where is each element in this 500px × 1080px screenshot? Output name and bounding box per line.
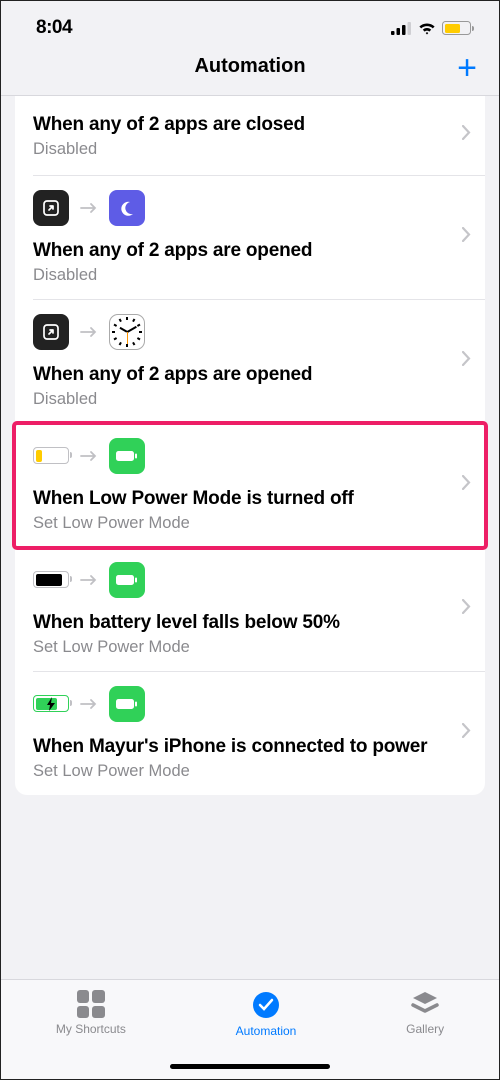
low-battery-icon [33, 447, 69, 464]
item-subtitle: Disabled [33, 390, 467, 409]
item-subtitle: Set Low Power Mode [33, 638, 467, 657]
tab-label: My Shortcuts [56, 1022, 126, 1036]
tab-label: Automation [236, 1024, 297, 1038]
chevron-right-icon [462, 723, 471, 743]
chevron-right-icon [462, 475, 471, 495]
add-button[interactable]: + [457, 57, 477, 81]
item-title: When any of 2 apps are opened [33, 364, 447, 386]
automation-item[interactable]: When any of 2 apps are opened Disabled [15, 176, 485, 299]
item-title: When Mayur's iPhone is connected to powe… [33, 736, 447, 758]
battery-full-icon [109, 562, 145, 598]
item-subtitle: Set Low Power Mode [33, 762, 467, 781]
status-time: 8:04 [36, 17, 72, 39]
arrow-right-icon [79, 450, 99, 462]
battery-icon [442, 21, 474, 35]
item-title: When Low Power Mode is turned off [33, 488, 447, 510]
battery-full-icon [109, 686, 145, 722]
checkmark-circle-icon [251, 990, 281, 1020]
battery-charging-icon [33, 695, 69, 712]
wifi-icon [417, 21, 437, 35]
item-title: When battery level falls below 50% [33, 612, 447, 634]
chevron-right-icon [462, 351, 471, 371]
tab-my-shortcuts[interactable]: My Shortcuts [56, 990, 126, 1036]
automation-item[interactable]: When any of 2 apps are closed Disabled [15, 96, 485, 175]
shortcuts-icon [33, 190, 69, 226]
arrow-right-icon [79, 574, 99, 586]
arrow-right-icon [79, 202, 99, 214]
battery-full-icon [109, 438, 145, 474]
automation-list: When any of 2 apps are closed Disabled W… [15, 96, 485, 795]
battery-half-icon [33, 571, 69, 588]
item-title: When any of 2 apps are opened [33, 240, 447, 262]
home-indicator[interactable] [170, 1064, 330, 1069]
nav-bar: Automation + [1, 47, 499, 96]
automation-item[interactable]: When any of 2 apps are opened Disabled [15, 300, 485, 423]
item-title: When any of 2 apps are closed [33, 114, 447, 136]
item-subtitle: Disabled [33, 266, 467, 285]
chevron-right-icon [462, 599, 471, 619]
status-bar: 8:04 [1, 1, 499, 47]
shortcuts-icon [33, 314, 69, 350]
item-subtitle: Set Low Power Mode [33, 514, 467, 533]
grid-icon [77, 990, 105, 1018]
chevron-right-icon [462, 227, 471, 247]
item-subtitle: Disabled [33, 140, 467, 159]
tab-automation[interactable]: Automation [236, 990, 297, 1038]
automation-item[interactable]: When Mayur's iPhone is connected to powe… [15, 672, 485, 795]
clock-icon [109, 314, 145, 350]
chevron-right-icon [462, 125, 471, 145]
arrow-right-icon [79, 698, 99, 710]
status-icons [391, 21, 474, 35]
arrow-right-icon [79, 326, 99, 338]
tab-gallery[interactable]: Gallery [406, 990, 444, 1036]
page-title: Automation [194, 55, 305, 78]
automation-item-highlighted[interactable]: When Low Power Mode is turned off Set Lo… [15, 424, 485, 547]
layers-icon [410, 990, 440, 1018]
cellular-icon [391, 22, 412, 35]
tab-label: Gallery [406, 1022, 444, 1036]
automation-item[interactable]: When battery level falls below 50% Set L… [15, 548, 485, 671]
moon-icon [109, 190, 145, 226]
